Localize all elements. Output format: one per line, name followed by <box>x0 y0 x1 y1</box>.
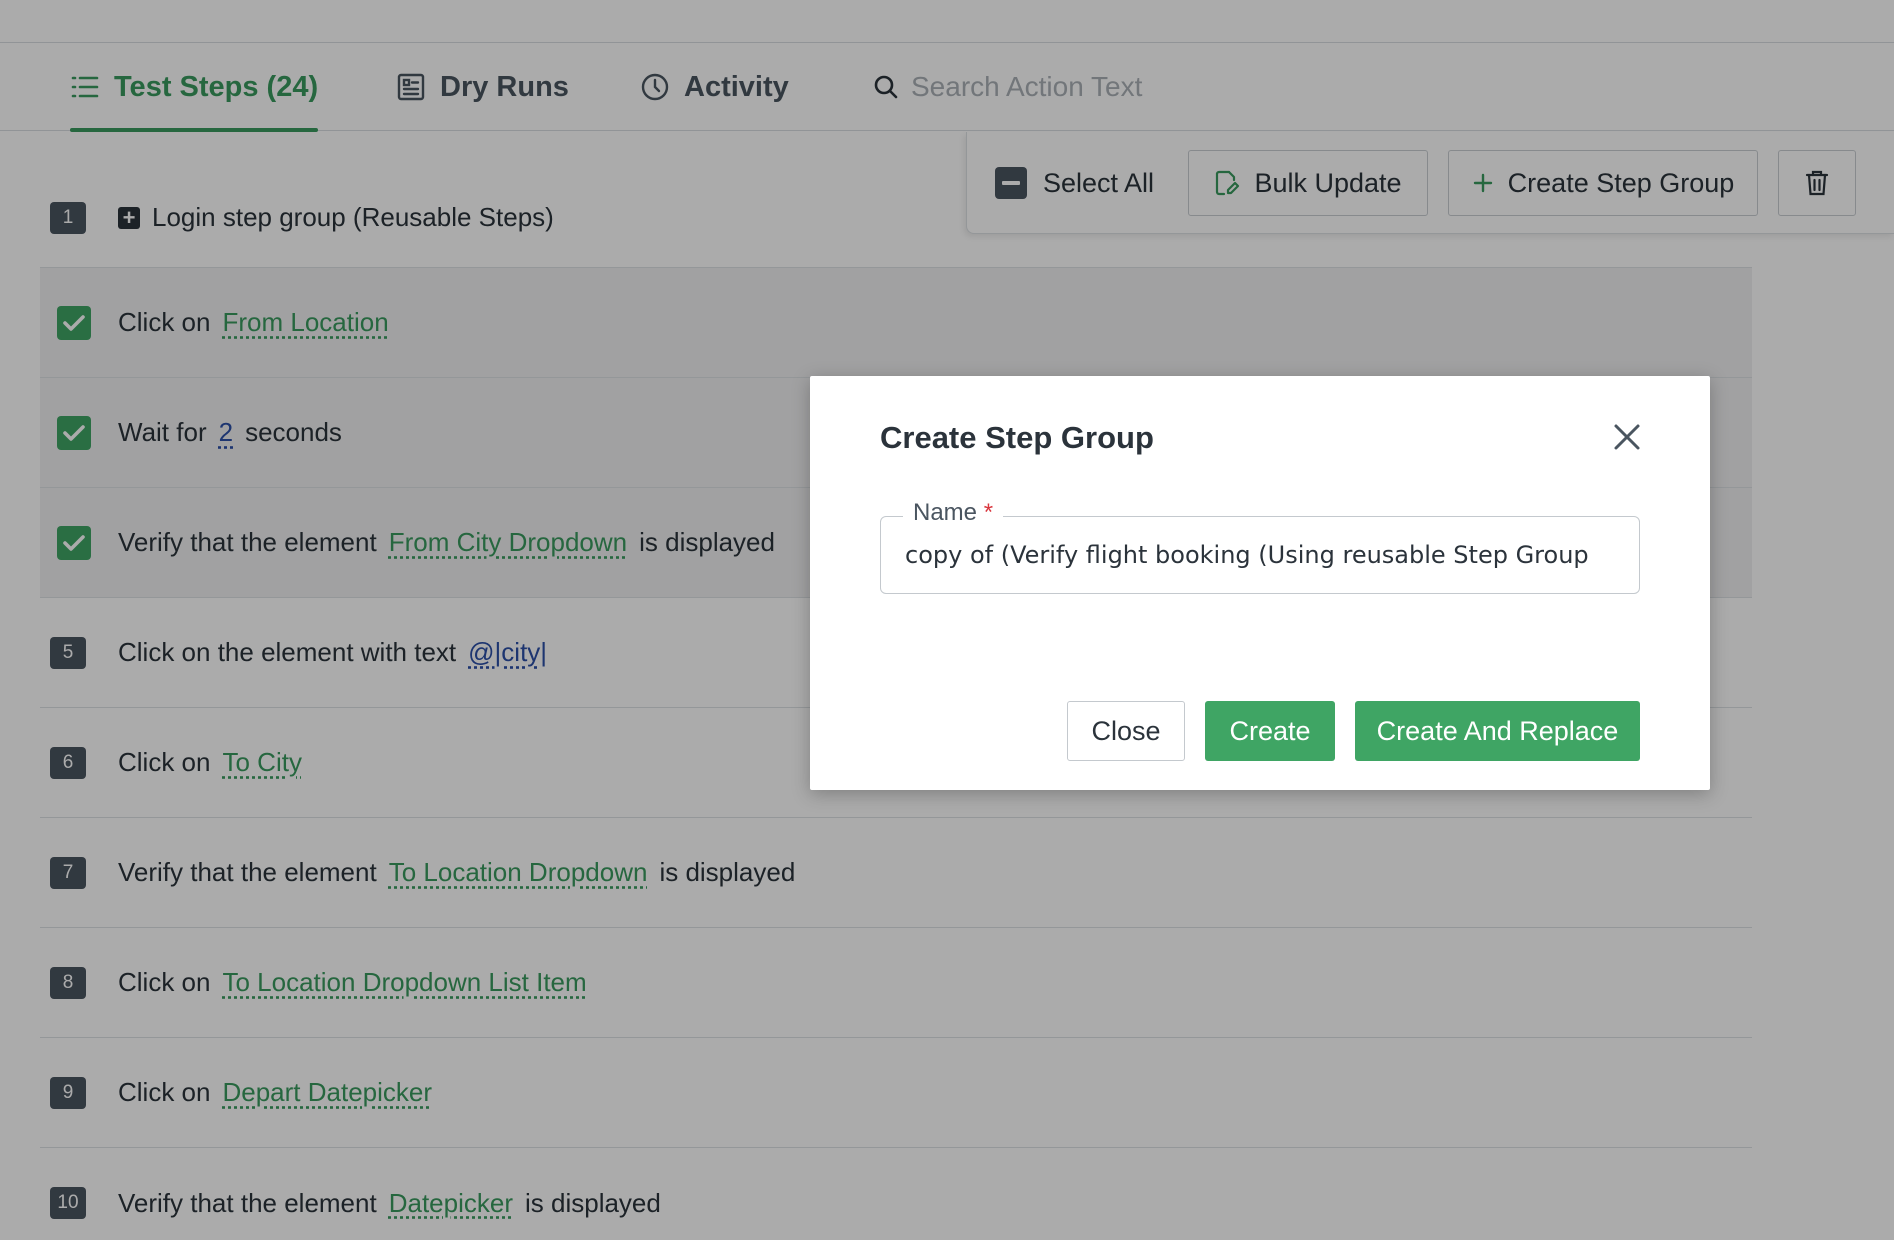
create-and-replace-button[interactable]: Create And Replace <box>1355 701 1640 761</box>
name-label-text: Name <box>913 499 977 526</box>
name-field: Name * <box>880 516 1640 594</box>
name-input[interactable] <box>905 527 1620 583</box>
close-button[interactable]: Close <box>1067 701 1185 761</box>
create-button[interactable]: Create <box>1205 701 1335 761</box>
dialog-title: Create Step Group <box>880 420 1154 456</box>
close-icon[interactable] <box>1610 420 1644 454</box>
name-field-label: Name * <box>903 499 1003 527</box>
create-step-group-dialog: Create Step Group Name * Close Create Cr… <box>810 376 1710 790</box>
required-mark: * <box>984 499 993 526</box>
